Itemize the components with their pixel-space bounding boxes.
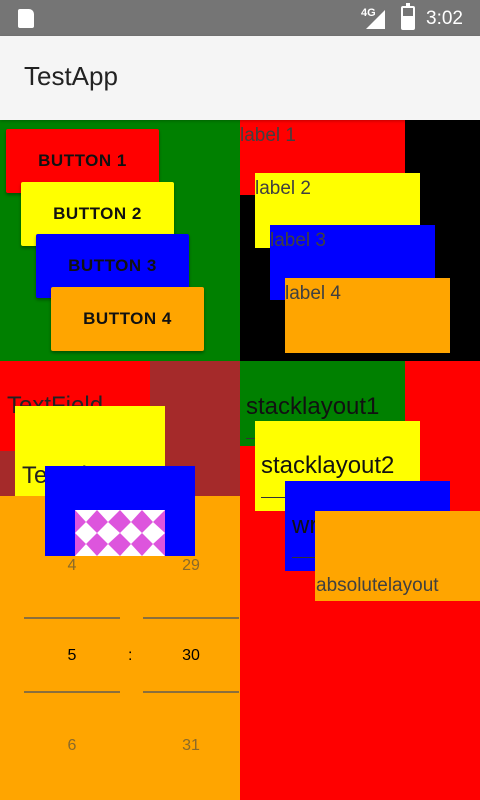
minute-prev[interactable]: 29 xyxy=(171,557,211,575)
hour-current[interactable]: 5 xyxy=(52,647,92,665)
hour-next[interactable]: 6 xyxy=(52,737,92,755)
label-4-box: label 4 xyxy=(285,278,450,353)
minute-divider-top xyxy=(143,617,239,619)
absolutelayout-label: absolutelayout xyxy=(316,575,439,596)
time-separator: : xyxy=(128,647,133,664)
labels-panel: label 1 label 2 label 3 label 4 xyxy=(240,120,480,361)
stacklayout1-label: stacklayout1 xyxy=(246,393,380,420)
hour-divider-top xyxy=(24,617,120,619)
time-picker: 4 29 5 : 30 6 31 xyxy=(0,551,240,800)
app-toolbar: TestApp xyxy=(0,36,480,120)
layouts-panel: stacklayout1 stacklayout2 wraplayout abs… xyxy=(240,361,480,800)
hour-divider-bottom xyxy=(24,691,120,693)
label-1: label 1 xyxy=(240,125,296,146)
absolutelayout-box: absolutelayout xyxy=(315,511,480,601)
sd-card-icon xyxy=(18,9,34,28)
image-frame xyxy=(45,466,195,556)
minute-next[interactable]: 31 xyxy=(171,737,211,755)
signal-icon xyxy=(366,10,385,29)
status-time: 3:02 xyxy=(426,8,463,29)
hour-prev[interactable]: 4 xyxy=(52,557,92,575)
app-title: TestApp xyxy=(24,61,118,91)
label-3: label 3 xyxy=(270,230,326,251)
stacklayout2-label: stacklayout2 xyxy=(261,452,395,479)
minute-divider-bottom xyxy=(143,691,239,693)
label-4: label 4 xyxy=(285,283,341,304)
battery-icon xyxy=(401,3,415,30)
buttons-panel: BUTTON 1 BUTTON 2 BUTTON 3 BUTTON 4 xyxy=(0,120,240,361)
label-2: label 2 xyxy=(255,178,311,199)
status-bar: 4G 3:02 xyxy=(0,0,480,36)
minute-current[interactable]: 30 xyxy=(171,647,211,665)
inputs-panel: TextField TextView 4 29 5 : 30 xyxy=(0,361,240,800)
pattern-image xyxy=(75,510,165,556)
button-4[interactable]: BUTTON 4 xyxy=(51,287,204,351)
